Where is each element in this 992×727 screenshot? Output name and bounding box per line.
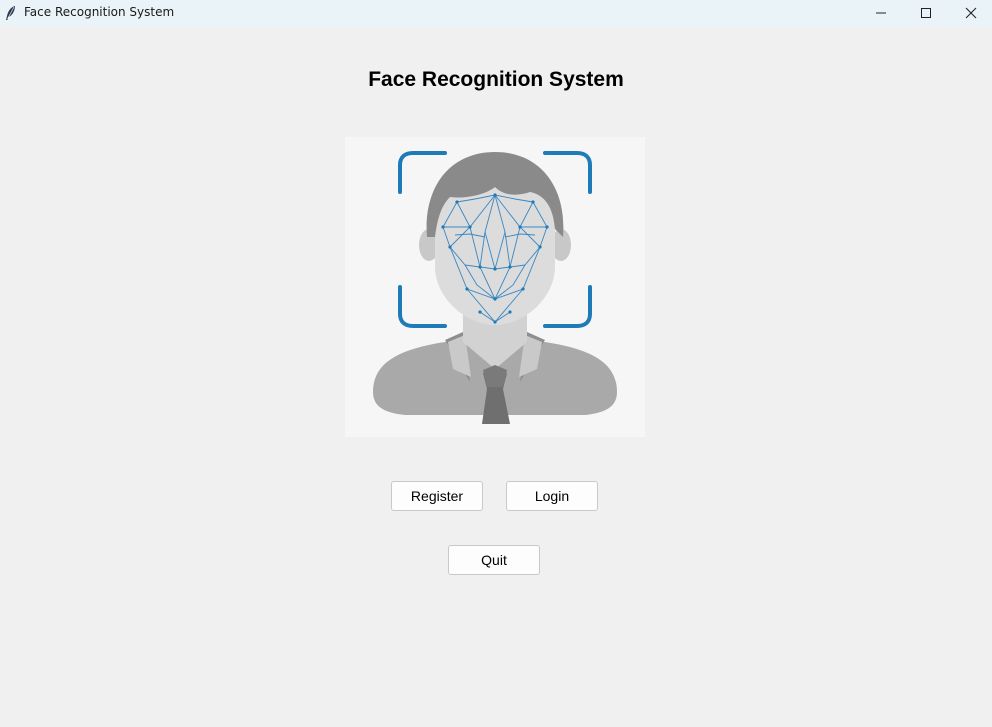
close-button[interactable] — [948, 0, 992, 26]
maximize-button[interactable] — [903, 0, 949, 26]
login-button[interactable]: Login — [506, 481, 598, 511]
close-icon — [965, 7, 977, 19]
register-button[interactable]: Register — [391, 481, 483, 511]
page-title: Face Recognition System — [368, 68, 624, 91]
title-bar: Face Recognition System — [0, 0, 992, 26]
face-recognition-icon — [345, 137, 645, 437]
window-title: Face Recognition System — [24, 5, 175, 19]
quit-button[interactable]: Quit — [448, 545, 540, 575]
minimize-button[interactable] — [858, 0, 904, 26]
feather-icon[interactable] — [5, 5, 17, 21]
maximize-icon — [921, 8, 931, 18]
minimize-icon — [876, 12, 886, 14]
